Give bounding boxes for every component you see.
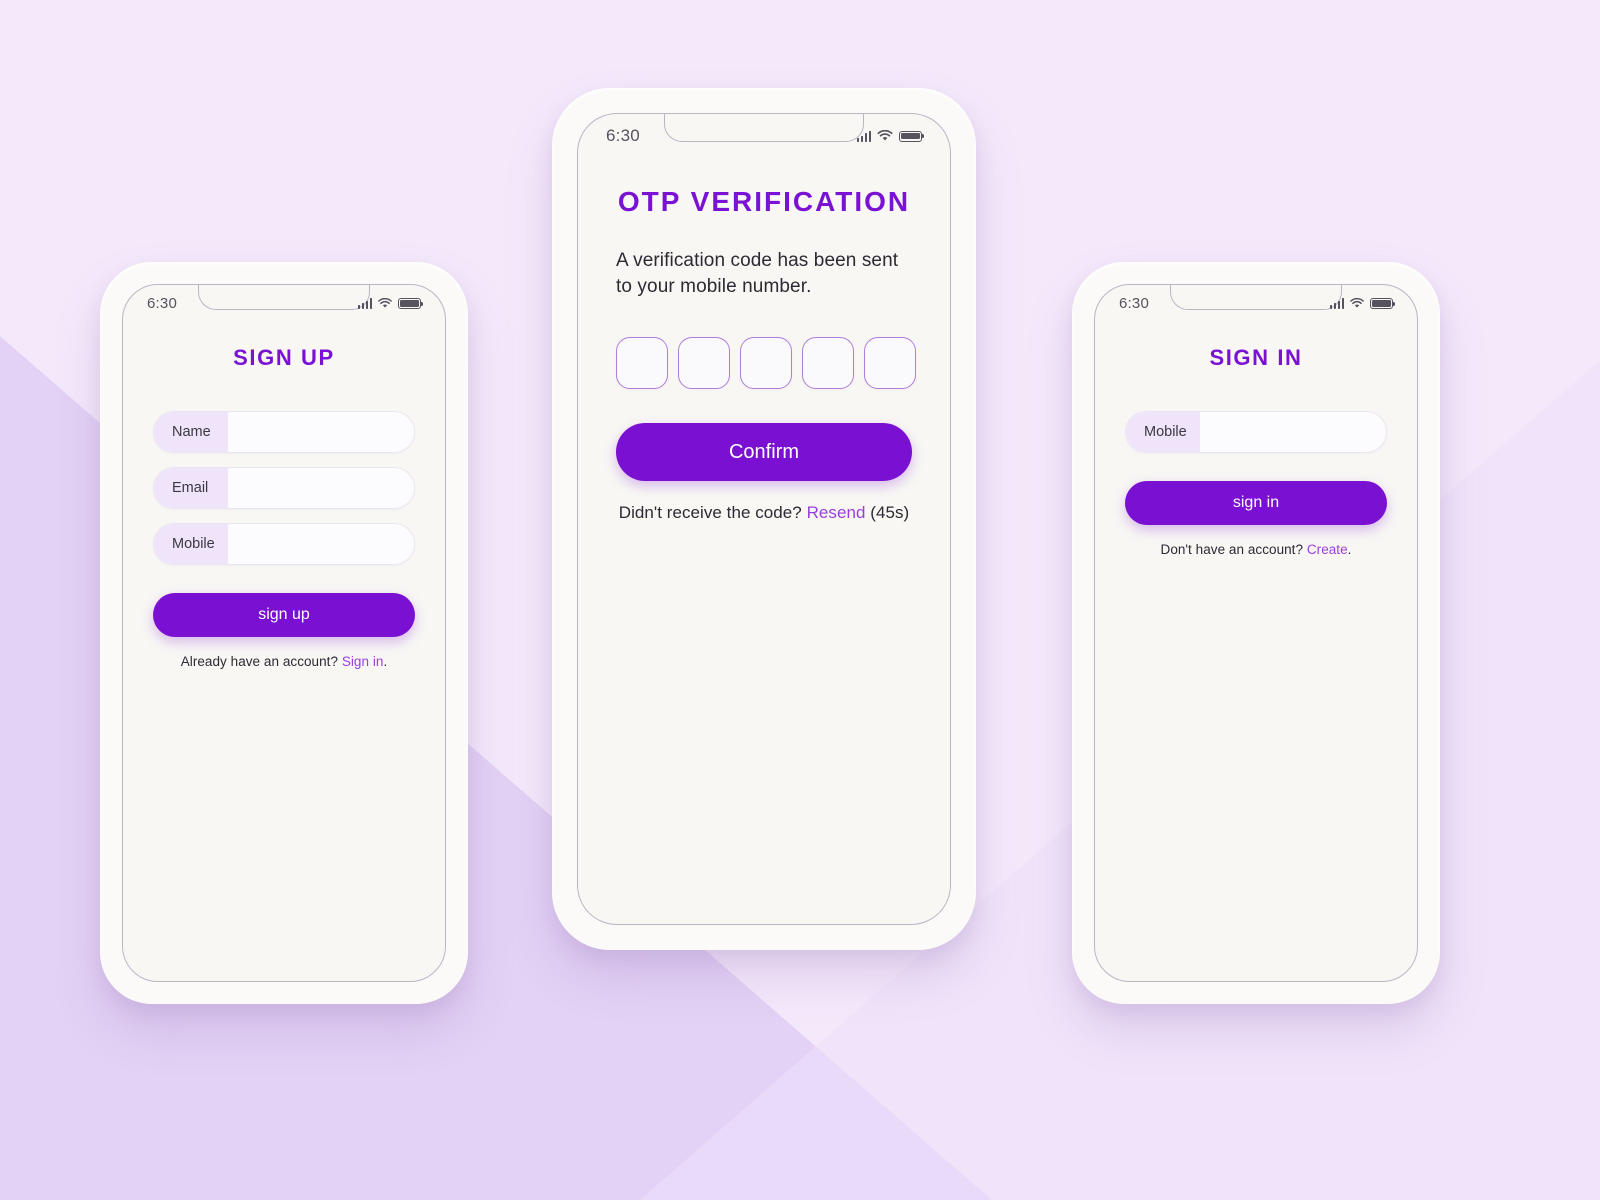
phone-sign-in: 6:30 SIGN IN Mobile sign in Don't have a… [1072,262,1440,1004]
field-mobile[interactable]: Mobile [153,523,415,565]
otp-digit-2[interactable] [678,337,730,390]
mobile-input[interactable] [1200,412,1386,452]
form-fields: Name Email Mobile [153,411,415,565]
screen-otp-verification: 6:30 OTP VERIFICATION A verification cod… [577,113,951,925]
field-label: Email [154,468,228,508]
page-title: SIGN IN [1209,345,1303,370]
footer-text: Already have an account? [180,654,342,669]
phone-otp-verification: 6:30 OTP VERIFICATION A verification cod… [552,88,976,950]
footer-suffix: . [1347,542,1352,557]
otp-digit-1[interactable] [616,337,668,390]
status-time: 6:30 [147,295,177,312]
status-icons [856,130,922,142]
resend-link[interactable]: Resend [807,503,866,522]
footer-text: Didn't receive the code? [618,503,807,523]
screen-content-otp: OTP VERIFICATION A verification code has… [578,154,950,924]
wifi-icon [877,130,893,142]
otp-digit-3[interactable] [740,337,792,390]
status-time: 6:30 [1119,295,1149,312]
notch-area: 6:30 [123,285,445,321]
page-title: OTP VERIFICATION [617,186,911,217]
create-account-link[interactable]: Create [1307,542,1348,557]
otp-footer: Didn't receive the code? Resend (45s) [616,503,912,523]
notch [198,285,370,310]
name-input[interactable] [228,412,414,452]
notch [664,114,864,142]
footer-text: Don't have an account? [1160,542,1307,557]
otp-input-group [616,337,916,390]
battery-icon [899,130,922,142]
sign-up-button[interactable]: sign up [153,593,415,637]
mockup-canvas: 6:30 SIGN UP Name Email Mobile sign up A… [0,0,1600,1200]
otp-digit-4[interactable] [802,337,854,390]
mobile-input[interactable] [228,524,414,564]
field-label: Name [154,412,228,452]
sign-in-footer: Don't have an account? Create. [1125,542,1387,557]
screen-content-sign-up: SIGN UP Name Email Mobile sign up Alread… [123,321,445,981]
footer-suffix: . [383,654,388,669]
screen-sign-up: 6:30 SIGN UP Name Email Mobile sign up A… [122,284,446,982]
otp-instructions: A verification code has been sent to you… [616,250,899,297]
notch-area: 6:30 [578,114,950,150]
sign-in-link[interactable]: Sign in [342,654,384,669]
screen-sign-in: 6:30 SIGN IN Mobile sign in Don't have a… [1094,284,1418,982]
page-title: SIGN UP [233,345,335,370]
email-input[interactable] [228,468,414,508]
field-label: Mobile [154,524,228,564]
wifi-icon [378,298,392,309]
sign-in-button[interactable]: sign in [1125,481,1387,525]
otp-digit-5[interactable] [864,337,916,390]
wifi-icon [1350,298,1364,309]
confirm-button[interactable]: Confirm [616,423,912,482]
field-label: Mobile [1126,412,1200,452]
field-email[interactable]: Email [153,467,415,509]
field-mobile[interactable]: Mobile [1125,411,1387,453]
notch [1170,285,1342,310]
status-time: 6:30 [606,126,640,145]
screen-content-sign-in: SIGN IN Mobile sign in Don't have an acc… [1095,321,1417,981]
battery-icon [1370,298,1393,309]
resend-timer: (45s) [865,503,910,523]
form-fields: Mobile [1125,411,1387,453]
field-name[interactable]: Name [153,411,415,453]
notch-area: 6:30 [1095,285,1417,321]
battery-icon [398,298,421,309]
phone-sign-up: 6:30 SIGN UP Name Email Mobile sign up A… [100,262,468,1004]
sign-up-footer: Already have an account? Sign in. [153,654,415,669]
